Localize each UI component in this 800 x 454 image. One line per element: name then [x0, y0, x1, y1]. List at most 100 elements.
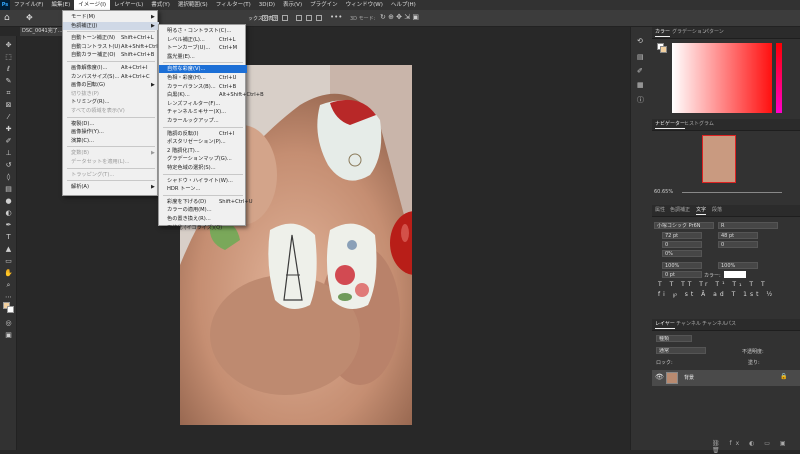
- image-menu-item[interactable]: 複製(D)...: [63, 120, 159, 128]
- screen-mode-icon[interactable]: ▣: [3, 330, 14, 340]
- adjust-menu-item[interactable]: 彩度を下げる(D) Shift+Ctrl+U: [159, 198, 253, 206]
- adjust-menu-item[interactable]: 明るさ・コントラスト(C)...: [159, 27, 247, 35]
- adjust-menu-item[interactable]: レンズフィルター(F)...: [159, 100, 247, 108]
- image-menu-item[interactable]: 画像操作(Y)...: [63, 128, 159, 136]
- home-icon[interactable]: ⌂: [4, 13, 15, 24]
- tab-pattern[interactable]: パターン: [704, 27, 724, 37]
- tab-properties[interactable]: 属性: [655, 205, 665, 215]
- menu-11[interactable]: ヘルプ(H): [387, 0, 420, 10]
- adjust-menu-item[interactable]: 色の置き換え(R)...: [159, 215, 247, 223]
- adjust-menu-item[interactable]: チャンネルミキサー(X)...: [159, 108, 247, 116]
- history-brush-tool-icon[interactable]: ↺: [3, 160, 14, 170]
- pen-tool-icon[interactable]: ✒: [3, 220, 14, 230]
- blend-mode-select[interactable]: 通常: [656, 347, 706, 354]
- menu-1[interactable]: 編集(E): [47, 0, 74, 10]
- vertical-scale-field[interactable]: 100%: [662, 262, 702, 269]
- tab-channels-2[interactable]: チャンネル: [702, 319, 727, 329]
- more-options-icon[interactable]: •••: [330, 13, 342, 21]
- adjust-menu-item[interactable]: HDR トーン...: [159, 185, 247, 193]
- layer-comps-icon[interactable]: ▤: [637, 53, 644, 61]
- adjust-menu-item[interactable]: グラデーションマップ(G)...: [159, 155, 247, 163]
- tab-paragraph[interactable]: 段落: [712, 205, 722, 215]
- align-top-icon[interactable]: [296, 15, 302, 21]
- baseline-field[interactable]: 0 pt: [662, 271, 702, 278]
- adjust-menu-item[interactable]: 露光量(E)...: [159, 53, 247, 61]
- adjust-menu-item[interactable]: 自然な彩度(V)...: [159, 65, 247, 74]
- image-menu-item[interactable]: 画像の回転(G) ▶: [63, 81, 159, 89]
- swatches-panel-icon[interactable]: ▦: [637, 81, 644, 89]
- adjust-menu-item[interactable]: 2 階調化(T)...: [159, 147, 247, 155]
- image-menu-item[interactable]: データセットを適用(L)...: [63, 158, 159, 166]
- more-tools-icon[interactable]: ⋯: [3, 292, 14, 302]
- move-tool-icon[interactable]: ✥: [3, 40, 14, 50]
- image-menu-item[interactable]: 切り抜き(P): [63, 90, 159, 98]
- align-middle-icon[interactable]: [306, 15, 312, 21]
- align-left-icon[interactable]: [262, 15, 268, 21]
- gradient-tool-icon[interactable]: ▤: [3, 184, 14, 194]
- layer-row[interactable]: 👁 背景 🔒: [652, 370, 800, 386]
- layer-kind-filter[interactable]: 種類: [656, 335, 692, 342]
- info-panel-icon[interactable]: ⓘ: [637, 95, 644, 105]
- menu-5[interactable]: 選択範囲(S): [174, 0, 212, 10]
- menu-8[interactable]: 表示(V): [279, 0, 306, 10]
- image-menu-item[interactable]: 画像解像度(I)... Alt+Ctrl+I: [63, 64, 159, 72]
- menu-9[interactable]: プラグイン: [306, 0, 342, 10]
- image-menu-item[interactable]: 自動コントラスト(U) Alt+Shift+Ctrl+L: [63, 43, 165, 51]
- tab-character[interactable]: 文字: [696, 205, 707, 215]
- image-menu-item[interactable]: トラッピング(T)...: [63, 171, 159, 179]
- adjust-menu-item[interactable]: 白黒(K)... Alt+Shift+Ctrl+B: [159, 91, 264, 99]
- zoom-tool-icon[interactable]: ⌕: [3, 280, 14, 290]
- tab-channels[interactable]: チャンネル: [676, 319, 701, 329]
- menu-0[interactable]: ファイル(F): [10, 0, 47, 10]
- tsume-field[interactable]: 0%: [662, 250, 702, 257]
- frame-tool-icon[interactable]: ⊠: [3, 100, 14, 110]
- horizontal-scale-field[interactable]: 100%: [718, 262, 758, 269]
- tab-layers[interactable]: レイヤー: [655, 319, 675, 329]
- marquee-tool-icon[interactable]: ⬚: [3, 52, 14, 62]
- history-icon[interactable]: ⟲: [637, 37, 643, 45]
- image-menu-item[interactable]: 解析(A) ▶: [63, 183, 159, 191]
- adjust-menu-item[interactable]: 平均化 (イコライズ)(Q): [159, 224, 247, 232]
- visibility-eye-icon[interactable]: 👁: [655, 373, 664, 381]
- quick-select-tool-icon[interactable]: ✎: [3, 76, 14, 86]
- zoom-slider[interactable]: [682, 192, 782, 193]
- text-style-buttons[interactable]: T T TT Tr T¹ T₁ T T: [658, 281, 768, 288]
- align-bottom-icon[interactable]: [316, 15, 322, 21]
- align-center-icon[interactable]: [272, 15, 278, 21]
- 3d-rotate-icon[interactable]: ↻ ⊕ ✥ ⇲ ▣: [380, 13, 419, 21]
- opentype-buttons[interactable]: fi ℘ st Ā ad T 1st ½: [658, 291, 775, 298]
- bg-color-chip[interactable]: [660, 46, 667, 53]
- image-menu-item[interactable]: 変数(B) ▶: [63, 149, 159, 157]
- hand-tool-icon[interactable]: ✋: [3, 268, 14, 278]
- text-color-swatch[interactable]: [724, 271, 746, 278]
- font-style-select[interactable]: R: [718, 222, 778, 229]
- tracking-field[interactable]: 0: [718, 241, 758, 248]
- kerning-field[interactable]: 0: [662, 241, 702, 248]
- image-menu-item[interactable]: 色調補正(J) ▶: [63, 21, 159, 30]
- adjust-menu-item[interactable]: トーンカーブ(U)... Ctrl+M: [159, 44, 247, 52]
- quick-mask-icon[interactable]: ◎: [3, 318, 14, 328]
- image-menu-item[interactable]: すべての領域を表示(V): [63, 107, 159, 115]
- shape-tool-icon[interactable]: ▭: [3, 256, 14, 266]
- image-menu-item[interactable]: モード(M) ▶: [63, 13, 159, 21]
- image-menu-item[interactable]: 演算(C)...: [63, 137, 159, 145]
- adjust-menu-item[interactable]: レベル補正(L)... Ctrl+L: [159, 36, 247, 44]
- menu-7[interactable]: 3D(D): [255, 0, 279, 10]
- dodge-tool-icon[interactable]: ◐: [3, 208, 14, 218]
- background-color-swatch[interactable]: [7, 306, 14, 313]
- navigator-thumbnail[interactable]: [702, 135, 736, 183]
- brush-tool-icon[interactable]: ✐: [3, 136, 14, 146]
- blur-tool-icon[interactable]: ●: [3, 196, 14, 206]
- leading-field[interactable]: 48 pt: [718, 232, 758, 239]
- adjust-menu-item[interactable]: シャドウ・ハイライト(W)...: [159, 177, 247, 185]
- tab-adjustments[interactable]: 色調補正: [670, 205, 690, 215]
- adjust-menu-item[interactable]: カラーバランス(B)... Ctrl+B: [159, 83, 247, 91]
- adjust-menu-item[interactable]: ポスタリゼーション(P)...: [159, 138, 247, 146]
- hue-slider[interactable]: [776, 43, 782, 113]
- tab-paths[interactable]: パス: [726, 319, 736, 329]
- tab-navigator[interactable]: ナビゲーター: [655, 119, 686, 129]
- menu-4[interactable]: 書式(Y): [147, 0, 174, 10]
- image-menu-item[interactable]: トリミング(R)...: [63, 98, 159, 106]
- layer-name[interactable]: 背景: [684, 374, 694, 381]
- adjust-menu-item[interactable]: 色相・彩度(H)... Ctrl+U: [159, 74, 247, 82]
